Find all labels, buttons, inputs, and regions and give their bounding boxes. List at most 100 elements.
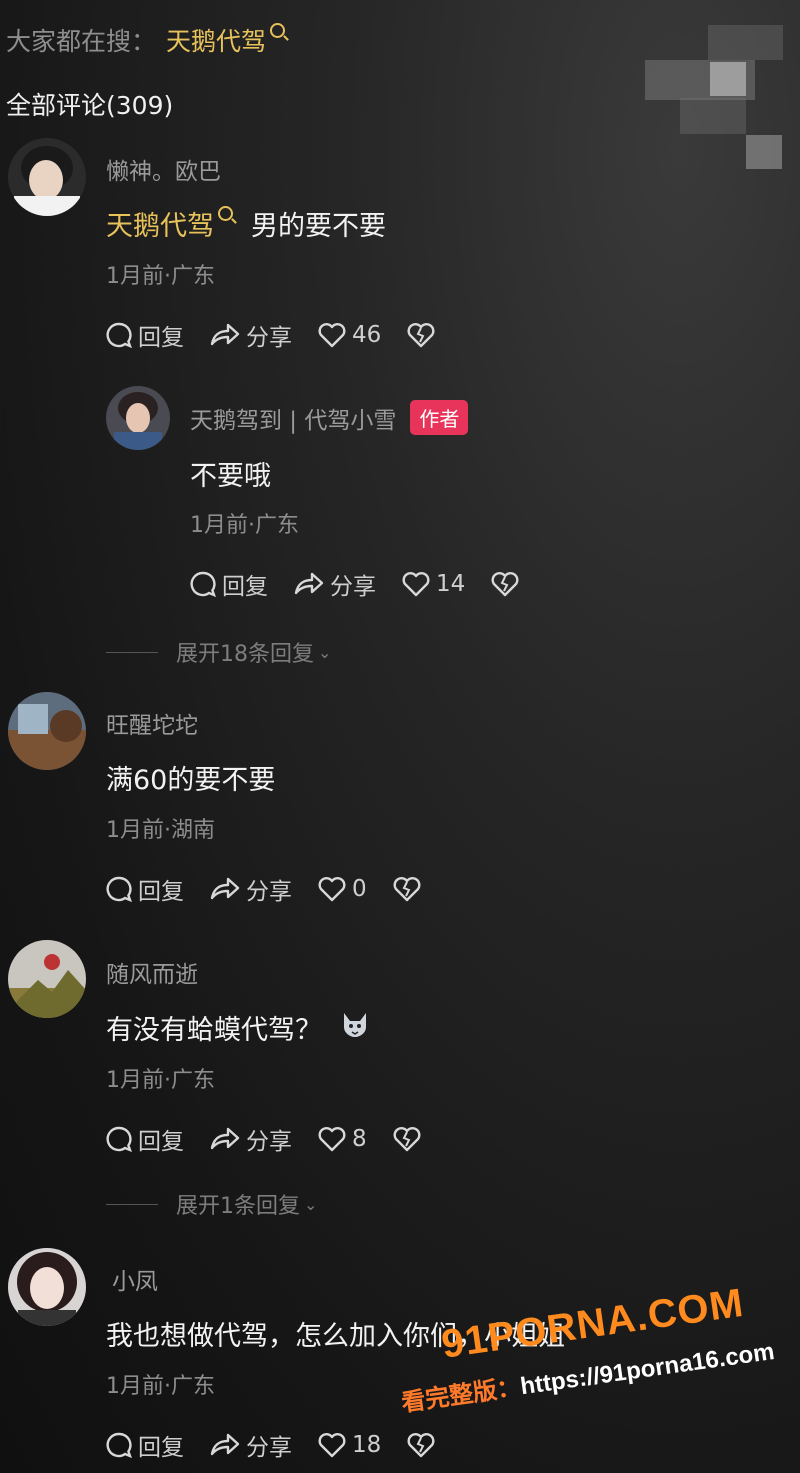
blurred-region <box>680 98 746 134</box>
share-arrow-icon <box>210 1127 240 1150</box>
avatar[interactable] <box>8 692 86 770</box>
search-keyword-link[interactable]: 天鹅代驾 <box>166 22 266 58</box>
divider-line <box>106 651 158 653</box>
blurred-region <box>708 25 783 60</box>
broken-heart-icon <box>393 1127 421 1152</box>
share-button[interactable]: 分享 <box>294 567 376 601</box>
author-badge: 作者 <box>410 400 469 435</box>
dislike-button[interactable] <box>393 1126 427 1152</box>
keyword-link[interactable]: 天鹅代驾 <box>106 204 214 243</box>
like-button[interactable]: 18 <box>318 1432 381 1458</box>
heart-icon <box>318 323 346 348</box>
comment-body: 有没有蛤蟆代驾？ <box>106 1015 322 1046</box>
like-button[interactable]: 8 <box>318 1126 367 1152</box>
reply-bubble-icon <box>106 322 132 348</box>
reply-button[interactable]: 回复 <box>106 1428 184 1462</box>
dislike-button[interactable] <box>491 571 525 597</box>
reply-label: 回复 <box>138 1435 184 1461</box>
comment-meta: 1月前·广东 <box>106 264 215 289</box>
like-count: 46 <box>352 322 382 348</box>
comment-text: 天鹅代驾 男的要不要 <box>106 204 386 243</box>
comment-text: 满60的要不要 <box>106 765 276 796</box>
comment-meta: 1月前·广东 <box>106 1068 215 1093</box>
share-button[interactable]: 分享 <box>210 872 292 906</box>
heart-icon <box>318 1127 346 1152</box>
comment-username[interactable]: 懒神。欧巴 <box>106 152 221 186</box>
comment-username[interactable]: 小凤 <box>112 1262 158 1296</box>
reply-username-text: 天鹅驾到 | 代驾小雪 <box>190 407 397 434</box>
reply-button[interactable]: 回复 <box>106 318 184 352</box>
search-icon <box>218 206 233 221</box>
reply-bubble-icon <box>106 1126 132 1152</box>
reply-bubble-icon <box>106 876 132 902</box>
share-label: 分享 <box>246 879 292 905</box>
share-arrow-icon <box>210 877 240 900</box>
reply-label: 回复 <box>222 574 268 600</box>
like-button[interactable]: 0 <box>318 876 367 902</box>
comment-body: 男的要不要 <box>251 211 386 242</box>
avatar[interactable] <box>8 940 86 1018</box>
reply-avatar[interactable] <box>106 386 170 450</box>
expand-label: 展开18条回复 <box>176 642 314 667</box>
broken-heart-icon <box>491 572 519 597</box>
share-arrow-icon <box>210 1433 240 1456</box>
share-label: 分享 <box>246 1435 292 1461</box>
reply-bubble-icon <box>106 1432 132 1458</box>
dislike-button[interactable] <box>407 322 441 348</box>
comments-total: 全部评论(309) <box>6 91 174 120</box>
dislike-button[interactable] <box>393 876 427 902</box>
comment-meta: 1月前·广东 <box>106 1374 215 1399</box>
reply-button[interactable]: 回复 <box>106 1122 184 1156</box>
comment-actions: 回复 分享 46 <box>106 318 467 352</box>
comment-actions: 回复 分享 8 <box>106 1122 453 1156</box>
like-count: 18 <box>352 1432 382 1458</box>
search-suggestion[interactable]: 大家都在搜： 天鹅代驾 <box>6 22 286 58</box>
share-arrow-icon <box>294 572 324 595</box>
reply-bubble-icon <box>190 571 216 597</box>
share-label: 分享 <box>246 325 292 351</box>
comment-username[interactable]: 随风而逝 <box>106 955 198 989</box>
like-button[interactable]: 14 <box>402 571 465 597</box>
like-button[interactable]: 46 <box>318 322 381 348</box>
comment-meta: 1月前·湖南 <box>106 818 215 843</box>
like-count: 14 <box>436 571 466 597</box>
heart-icon <box>402 572 430 597</box>
share-button[interactable]: 分享 <box>210 1428 292 1462</box>
search-icon <box>270 22 286 38</box>
chevron-down-icon: ⌄ <box>318 642 332 662</box>
reply-button[interactable]: 回复 <box>190 567 268 601</box>
avatar[interactable] <box>8 1248 86 1326</box>
divider-line <box>106 1203 158 1205</box>
search-prefix: 大家都在搜： <box>6 27 157 56</box>
broken-heart-icon <box>393 877 421 902</box>
share-button[interactable]: 分享 <box>210 1122 292 1156</box>
comment-username[interactable]: 旺醒坨坨 <box>106 706 198 740</box>
blurred-region <box>746 135 782 169</box>
share-button[interactable]: 分享 <box>210 318 292 352</box>
share-label: 分享 <box>246 1129 292 1155</box>
share-label: 分享 <box>330 574 376 600</box>
reply-username[interactable]: 天鹅驾到 | 代驾小雪 作者 <box>190 400 469 435</box>
broken-heart-icon <box>407 323 435 348</box>
avatar[interactable] <box>8 138 86 216</box>
reply-meta: 1月前·广东 <box>190 513 299 538</box>
heart-icon <box>318 877 346 902</box>
expand-replies-button[interactable]: 展开18条回复 ⌄ <box>106 636 331 668</box>
expand-label: 展开1条回复 <box>176 1194 300 1219</box>
share-arrow-icon <box>210 323 240 346</box>
comment-text: 有没有蛤蟆代驾？ <box>106 1008 370 1047</box>
reply-button[interactable]: 回复 <box>106 872 184 906</box>
reply-text: 不要哦 <box>190 461 271 492</box>
reply-label: 回复 <box>138 1129 184 1155</box>
expand-replies-button[interactable]: 展开1条回复 ⌄ <box>106 1188 317 1220</box>
watermark-prefix: 看完整版： <box>399 1373 523 1418</box>
chevron-down-icon: ⌄ <box>304 1194 318 1214</box>
comment-actions: 回复 分享 0 <box>106 872 453 906</box>
watermark: 91PORNA.COM 看完整版：https://91porna16.com <box>390 1264 800 1458</box>
like-count: 0 <box>352 876 367 902</box>
heart-icon <box>318 1433 346 1458</box>
like-count: 8 <box>352 1126 367 1152</box>
reply-label: 回复 <box>138 325 184 351</box>
reply-actions: 回复 分享 14 <box>190 567 551 601</box>
wolf-emoji-icon <box>340 1009 370 1046</box>
